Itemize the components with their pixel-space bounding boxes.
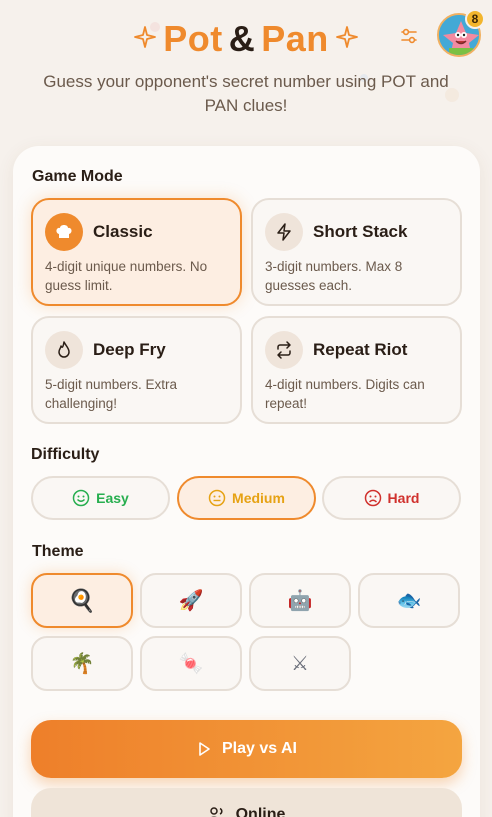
- mode-desc: 4-digit numbers. Digits can repeat!: [265, 377, 425, 411]
- title-pot: Pot: [163, 18, 223, 59]
- crossed-swords-icon: ⚔: [291, 653, 309, 675]
- title-pan: Pan: [261, 18, 329, 59]
- fish-icon: 🐟: [396, 590, 422, 612]
- title-amp: &: [228, 18, 256, 59]
- theme-fish[interactable]: 🐟: [358, 573, 460, 628]
- mode-name: Classic: [93, 222, 153, 241]
- setup-card: Game Mode Classic 4-digit unique numbers…: [13, 146, 480, 817]
- theme-swords[interactable]: ⚔: [249, 636, 351, 691]
- sparkle-icon: [134, 26, 157, 49]
- mode-desc: 3-digit numbers. Max 8 guesses each.: [265, 259, 403, 293]
- lightning-icon: [265, 213, 303, 251]
- play-icon: [199, 742, 210, 756]
- candy-icon: 🍬: [178, 653, 204, 675]
- robot-icon: 🤖: [287, 590, 313, 612]
- mode-desc: 4-digit unique numbers. No guess limit.: [45, 259, 208, 293]
- online-button[interactable]: Online: [31, 788, 462, 817]
- settings-button[interactable]: [397, 24, 421, 48]
- game-mode-label: Game Mode: [32, 168, 123, 185]
- sparkle-icon: [335, 26, 358, 49]
- difficulty-medium-label: Medium: [232, 490, 285, 506]
- users-icon: [209, 807, 223, 817]
- play-vs-ai-button[interactable]: Play vs AI: [31, 720, 462, 778]
- mode-name: Deep Fry: [93, 340, 166, 359]
- mode-short-stack[interactable]: Short Stack 3-digit numbers. Max 8 guess…: [251, 198, 462, 306]
- mode-deep-fry[interactable]: Deep Fry 5-digit numbers. Extra challeng…: [31, 316, 242, 424]
- flame-icon: [45, 331, 83, 369]
- chef-hat-icon: [45, 213, 83, 251]
- notification-badge: 8: [465, 9, 485, 29]
- sliders-icon: [401, 28, 417, 44]
- mode-classic[interactable]: Classic 4-digit unique numbers. No guess…: [31, 198, 242, 306]
- subtitle: Guess your opponent's secret number usin…: [43, 72, 449, 115]
- theme-frying-pan[interactable]: 🍳: [31, 573, 133, 628]
- smile-face-icon: [72, 489, 90, 507]
- difficulty-medium-button[interactable]: Medium: [177, 476, 316, 520]
- difficulty-hard-label: Hard: [387, 490, 420, 506]
- difficulty-easy-button[interactable]: Easy: [31, 476, 170, 520]
- difficulty-easy-label: Easy: [96, 490, 129, 506]
- repeat-icon: [265, 331, 303, 369]
- mode-name: Repeat Riot: [313, 340, 408, 359]
- difficulty-label: Difficulty: [31, 446, 100, 463]
- mode-name: Short Stack: [313, 222, 408, 241]
- header: Pot & Pan 8 Guess your opponent's secret n…: [0, 0, 492, 140]
- play-vs-ai-label: Play vs AI: [221, 740, 297, 757]
- theme-rocket[interactable]: 🚀: [140, 573, 242, 628]
- palm-tree-icon: 🌴: [69, 653, 95, 675]
- theme-palm-tree[interactable]: 🌴: [31, 636, 133, 691]
- theme-label: Theme: [32, 543, 84, 560]
- frying-pan-icon: 🍳: [68, 587, 96, 613]
- neutral-face-icon: [208, 489, 226, 507]
- mode-repeat-riot[interactable]: Repeat Riot 4-digit numbers. Digits can …: [251, 316, 462, 424]
- theme-robot[interactable]: 🤖: [249, 573, 351, 628]
- difficulty-hard-button[interactable]: Hard: [322, 476, 461, 520]
- mode-desc: 5-digit numbers. Extra challenging!: [45, 377, 178, 411]
- rocket-icon: 🚀: [178, 590, 204, 612]
- frown-face-icon: [364, 489, 381, 507]
- online-label: Online: [235, 806, 286, 817]
- theme-candy[interactable]: 🍬: [140, 636, 242, 691]
